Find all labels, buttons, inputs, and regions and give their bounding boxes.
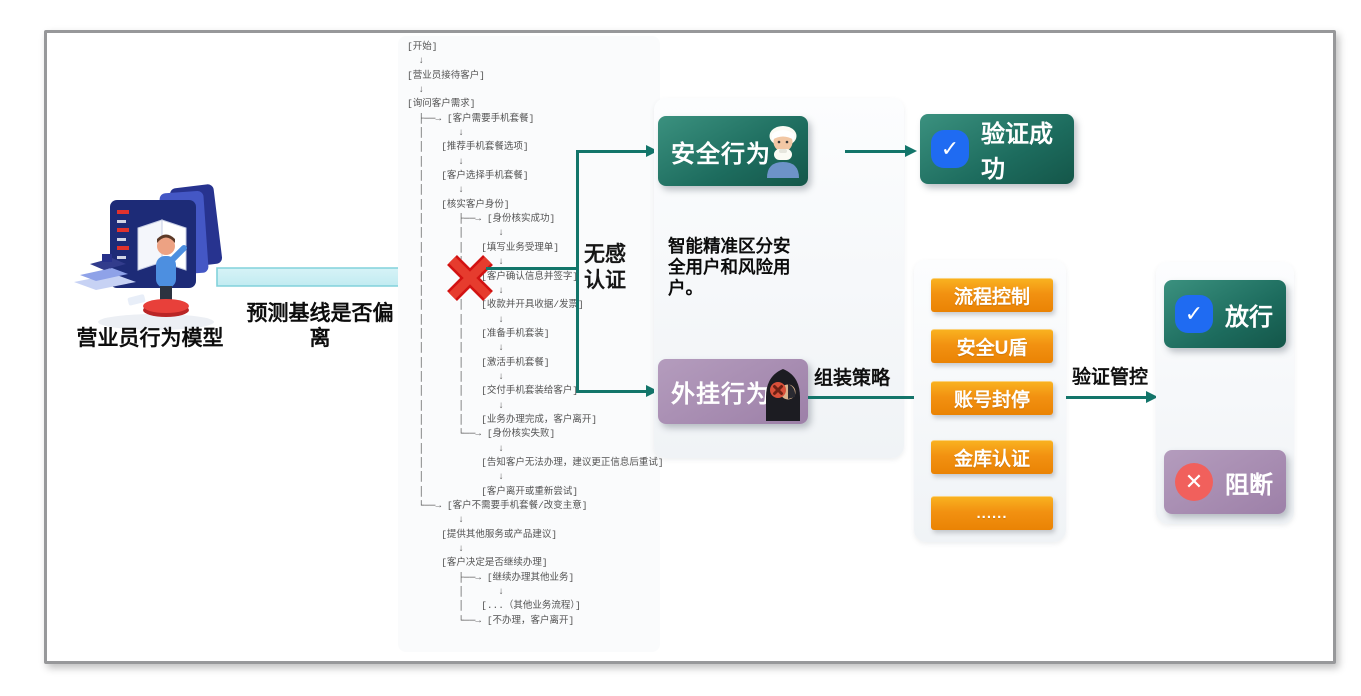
connector-x-to-split — [486, 267, 578, 270]
behavior-model-illustration — [70, 180, 232, 332]
strategy-label: 安全U盾 — [957, 333, 1028, 360]
block-x-icon: ✕ — [1175, 463, 1213, 501]
assemble-strategy-label: 组装策略 — [814, 363, 890, 390]
hooded-hacker-avatar-icon — [763, 367, 803, 421]
strategy-item-security-ushield: 安全U盾 — [931, 329, 1053, 363]
allow-label: 放行 — [1225, 297, 1273, 332]
arrowhead-success — [905, 145, 917, 157]
strategy-item-more: ...... — [931, 496, 1053, 530]
flowchart-text: [开始] ↓ [营业员接待客户] ↓ [询问客户需求] ├──→ [客户需要手机… — [407, 40, 664, 628]
verify-success-label: 验证成功 — [981, 114, 1074, 184]
block-box: ✕ 阻断 — [1164, 450, 1286, 514]
risk-behavior-box: 外挂行为 — [658, 359, 808, 424]
strategy-label: ...... — [976, 505, 1007, 522]
connector-strategy-to-outcome — [1066, 396, 1146, 399]
allow-box: ✓ 放行 — [1164, 280, 1286, 348]
slide-canvas: 营业员行为模型 预测基线是否偏离 [开始] ↓ [营业员接待客户] ↓ [询问客… — [0, 0, 1361, 696]
verify-control-label: 验证管控 — [1062, 362, 1158, 389]
classification-description: 智能精准区分安全用户和风险用户。 — [668, 236, 804, 299]
connector-to-safe — [578, 150, 646, 153]
connector-risk-to-strategy — [808, 396, 916, 399]
strategy-item-account-suspend: 账号封停 — [931, 381, 1053, 415]
prediction-arrow-label: 预测基线是否偏离 — [238, 301, 402, 351]
risk-behavior-label: 外挂行为 — [658, 374, 771, 409]
success-check-icon: ✓ — [931, 130, 969, 168]
connector-split-vertical — [576, 150, 579, 393]
strategy-item-vault-auth: 金库认证 — [931, 440, 1053, 474]
strategy-label: 账号封停 — [954, 385, 1030, 412]
block-label: 阻断 — [1225, 465, 1273, 500]
seamless-auth-label: 无感认证 — [584, 242, 638, 294]
strategy-label: 金库认证 — [954, 444, 1030, 471]
strategy-item-process-control: 流程控制 — [931, 278, 1053, 312]
allow-check-icon: ✓ — [1175, 295, 1213, 333]
connector-safe-to-success — [845, 150, 905, 153]
strategy-label: 流程控制 — [954, 282, 1030, 309]
safe-behavior-box: 安全行为 — [658, 116, 808, 186]
safe-behavior-label: 安全行为 — [658, 134, 771, 169]
behavior-model-label: 营业员行为模型 — [48, 322, 252, 352]
verify-success-box: ✓ 验证成功 — [920, 114, 1074, 184]
deviation-x-icon — [444, 253, 496, 303]
connector-to-risk — [578, 390, 646, 393]
elder-user-avatar-icon — [763, 124, 803, 178]
